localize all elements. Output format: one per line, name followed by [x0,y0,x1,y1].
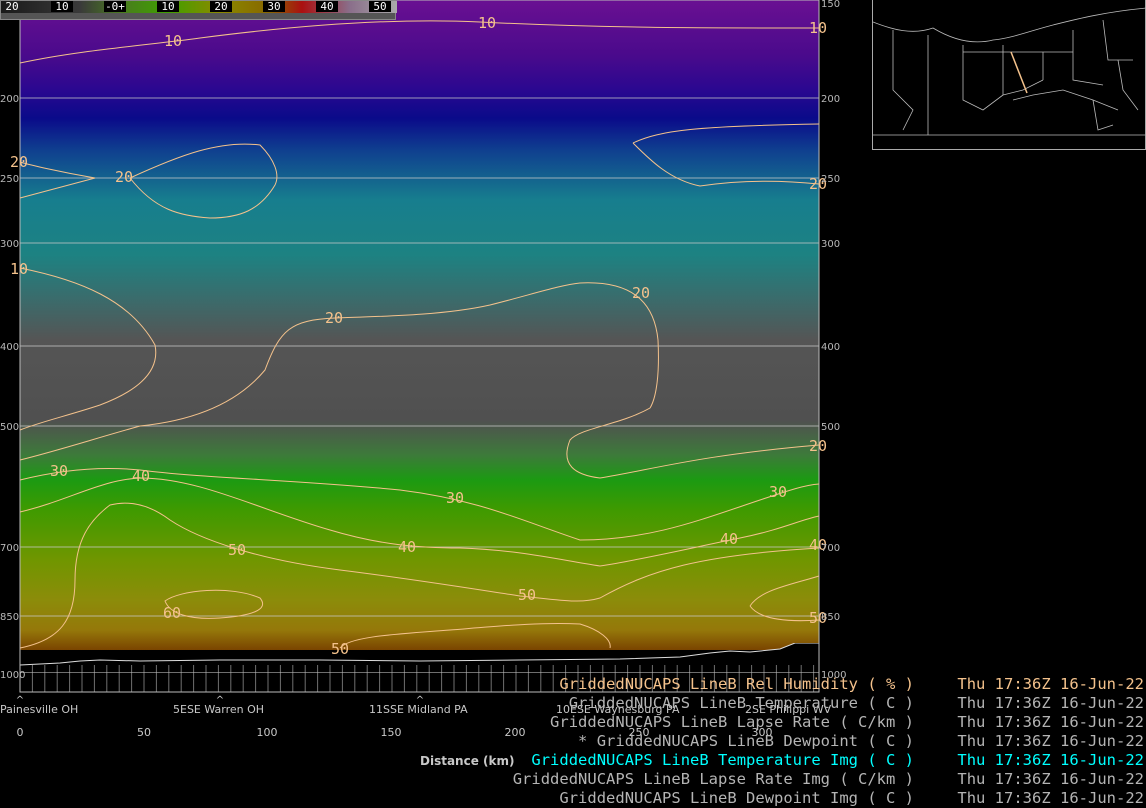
legend-product-time: Thu 17:36Z 16-Jun-22 [957,713,1144,731]
cross-section-line-marker [1010,51,1028,94]
contour-lines [19,20,820,649]
legend-product-time: Thu 17:36Z 16-Jun-22 [957,675,1144,693]
contour-label: 10 [164,32,182,50]
colorbar-label: 50 [369,1,391,12]
legend-row[interactable]: GriddedNUCAPS LineB Lapse Rate Img ( C/k… [513,770,1144,789]
contour-label: 20 [115,168,133,186]
pressure-tick: 500 [821,422,840,433]
contour-label: 10 [809,19,827,37]
contour-label: 50 [228,541,246,559]
legend-row[interactable]: GriddedNUCAPS LineB Rel Humidity ( % ) Th… [513,675,1144,694]
contour-label: 50 [331,640,349,658]
legend-row[interactable]: * GriddedNUCAPS LineB Dewpoint ( C ) Thu … [513,732,1144,751]
contour-label: 30 [50,462,68,480]
pressure-tick: 850 [0,612,19,623]
legend-product-time: Thu 17:36Z 16-Jun-22 [957,694,1144,712]
contour-label: 20 [325,309,343,327]
contour-label: 40 [720,530,738,548]
legend-product-name: * GriddedNUCAPS LineB Dewpoint ( C ) [578,732,914,750]
colorbar-label: 30 [263,1,285,12]
contour-label: 10 [10,260,28,278]
contour-label: 20 [632,284,650,302]
pressure-tick: 300 [0,239,19,250]
place-label: 11SSE Midland PA [369,703,468,716]
pressure-tick: 250 [821,174,840,185]
contour-label: 50 [518,586,536,604]
contour-labels: 10 10 10 20 20 20 10 20 20 20 30 40 30 3… [10,14,827,658]
legend-product-name: GriddedNUCAPS LineB Temperature ( C ) [568,694,914,712]
distance-tick: 0 [17,726,24,739]
locator-map-drawing [872,7,1146,136]
legend-product-name: GriddedNUCAPS LineB Dewpoint Img ( C ) [559,789,914,807]
pressure-axis-right: 150 200 250 300 400 500 700 850 1000 [821,0,846,681]
pressure-gridlines [20,97,819,617]
pressure-tick: 700 [821,543,840,554]
pressure-tick: 400 [0,342,19,353]
place-label: Painesville OH [0,703,78,716]
contour-label: 30 [769,483,787,501]
contour-label: 20 [809,437,827,455]
legend-product-time: Thu 17:36Z 16-Jun-22 [957,789,1144,807]
colorbar: 20 10 -0+ 10 20 30 40 50 [0,0,397,20]
pressure-tick: 150 [821,0,840,10]
contour-label: 40 [132,467,150,485]
colorbar-label: 10 [157,1,179,12]
locator-map[interactable] [872,0,1146,150]
legend-row[interactable]: GriddedNUCAPS LineB Temperature Img ( C … [513,751,1144,770]
legend-row[interactable]: GriddedNUCAPS LineB Dewpoint Img ( C ) Th… [513,789,1144,808]
contour-label: 10 [478,14,496,32]
legend-product-name: GriddedNUCAPS LineB Lapse Rate Img ( C/k… [512,770,914,788]
distance-tick: 100 [257,726,278,739]
legend-row[interactable]: GriddedNUCAPS LineB Temperature ( C ) Thu… [513,694,1144,713]
pressure-tick: 500 [0,422,19,433]
colorbar-label: 10 [51,1,73,12]
legend-product-name: GriddedNUCAPS LineB Lapse Rate ( C/km ) [550,713,914,731]
pressure-tick: 250 [0,174,19,185]
contour-label: 60 [163,604,181,622]
legend-row[interactable]: GriddedNUCAPS LineB Lapse Rate ( C/km ) T… [513,713,1144,732]
distance-axis-title: Distance (km) [420,754,514,768]
pressure-tick: 1000 [0,670,25,681]
pressure-tick: 700 [0,543,19,554]
colorbar-label: 20 [210,1,232,12]
pressure-tick: 400 [821,342,840,353]
pressure-tick: 200 [0,94,19,105]
distance-tick: 150 [381,726,402,739]
contour-label: 20 [10,153,28,171]
pressure-axis-left: 200 250 300 400 500 700 850 1000 [0,94,25,681]
distance-tick: 50 [137,726,151,739]
colorbar-label: -0+ [104,0,126,13]
colorbar-label: 20 [5,0,19,13]
pressure-tick: 200 [821,94,840,105]
pressure-tick: 300 [821,239,840,250]
legend-product-time: Thu 17:36Z 16-Jun-22 [957,732,1144,750]
pressure-tick: 850 [821,612,840,623]
product-legend: GriddedNUCAPS LineB Rel Humidity ( % ) Th… [513,675,1144,808]
place-label: 5ESE Warren OH [173,703,264,716]
legend-product-name: GriddedNUCAPS LineB Temperature Img ( C … [531,751,914,769]
contour-label: 30 [446,489,464,507]
legend-product-time: Thu 17:36Z 16-Jun-22 [957,751,1144,769]
legend-product-time: Thu 17:36Z 16-Jun-22 [957,770,1144,788]
contour-label: 40 [398,538,416,556]
legend-product-name: GriddedNUCAPS LineB Rel Humidity ( % ) [559,675,914,693]
colorbar-label: 40 [316,1,338,12]
